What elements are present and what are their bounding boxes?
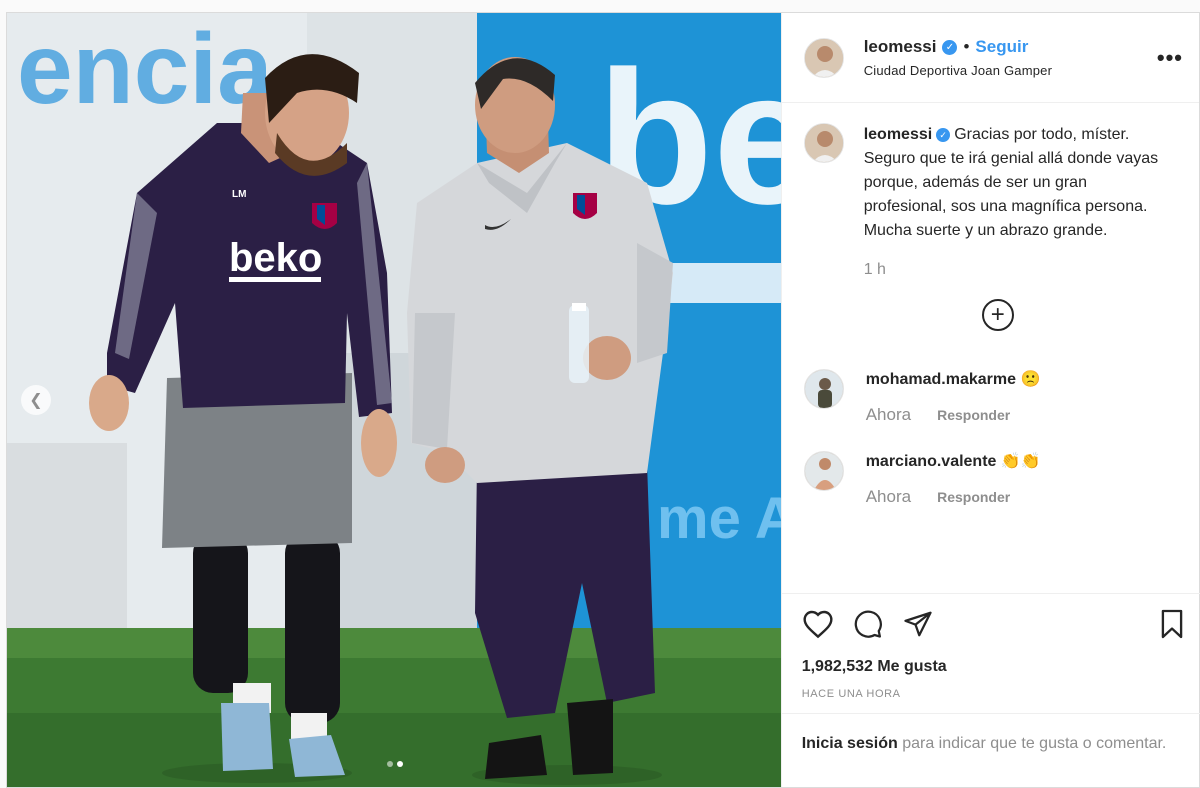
carousel-indicator: [387, 761, 403, 767]
post-actions-area: 1,982,532 Me gusta HACE UNA HORA: [781, 593, 1200, 713]
follow-button[interactable]: Seguir: [975, 37, 1028, 57]
verified-badge-icon: ✓: [942, 39, 958, 55]
post-caption: leomessi ✓ Gracias por todo, míster. Segur…: [803, 123, 1183, 243]
login-link[interactable]: Inicia sesión: [802, 735, 898, 752]
comment-timestamp: Ahora: [865, 487, 912, 506]
chevron-left-icon: ❮: [29, 392, 43, 409]
author-avatar[interactable]: [803, 37, 844, 78]
share-icon[interactable]: [902, 609, 934, 644]
separator-dot: •: [963, 37, 970, 56]
caption-timestamp: 1 h: [863, 261, 886, 278]
reply-button[interactable]: Responder: [937, 407, 1010, 423]
avatar-image: [804, 38, 843, 77]
comment-text: 👏👏: [1000, 453, 1041, 470]
avatar-image: [804, 452, 843, 490]
post-header: leomessi ✓ • Seguir Ciudad Deportiva Joa…: [781, 13, 1199, 103]
comments-section: leomessi ✓ Gracias por todo, míster. Segur…: [782, 103, 1199, 593]
post-side-panel: leomessi ✓ • Seguir Ciudad Deportiva Joa…: [780, 13, 1200, 787]
comment-item: mohamad.makarme 🙁 Ahora Responder: [803, 369, 1183, 425]
verified-badge-icon: ✓: [936, 128, 951, 142]
carousel-dot-active: [397, 761, 403, 767]
photo-scene: encia beko me Ap: [7, 13, 781, 787]
commenter-avatar[interactable]: [803, 369, 844, 409]
commenter-avatar[interactable]: [803, 451, 844, 491]
caption-username[interactable]: leomessi: [864, 126, 932, 143]
comment-text: 🙁: [1020, 371, 1041, 388]
heart-icon[interactable]: [802, 609, 834, 644]
shirt-initials-text: LM: [232, 189, 246, 200]
author-username[interactable]: leomessi: [864, 37, 937, 57]
carousel-prev-button[interactable]: ❮: [21, 385, 51, 415]
background-banner-text: me Ap: [657, 486, 781, 551]
shirt-sponsor-text: beko: [229, 236, 322, 280]
action-bar: [802, 608, 1185, 644]
avatar-image: [804, 370, 843, 408]
comment-item: marciano.valente 👏👏 Ahora Responder: [803, 451, 1183, 507]
avatar-image: [804, 124, 843, 162]
instagram-post: encia beko me Ap: [6, 12, 1200, 788]
login-prompt: Inicia sesión para indicar que te gusta …: [781, 713, 1200, 756]
reply-button[interactable]: Responder: [937, 489, 1010, 505]
like-count[interactable]: 1,982,532 Me gusta: [802, 658, 1185, 676]
comment-username[interactable]: marciano.valente: [866, 453, 997, 470]
comment-icon[interactable]: [852, 609, 884, 644]
caption-avatar[interactable]: [803, 123, 844, 163]
bookmark-icon[interactable]: [1159, 608, 1185, 645]
post-photo[interactable]: encia beko me Ap: [7, 13, 781, 787]
load-more-comments-label: +: [990, 301, 1005, 328]
plus-circle-icon[interactable]: +: [981, 299, 1014, 331]
background-sign-text: encia: [17, 13, 274, 125]
post-location[interactable]: Ciudad Deportiva Joan Gamper: [864, 63, 1157, 78]
login-prompt-text: para indicar que te gusta o comentar.: [897, 735, 1167, 752]
more-options-button[interactable]: •••: [1157, 45, 1183, 71]
post-timestamp: HACE UNA HORA: [801, 688, 901, 700]
comment-timestamp: Ahora: [865, 405, 912, 424]
comment-username[interactable]: mohamad.makarme: [866, 371, 1016, 388]
carousel-dot: [387, 761, 393, 767]
